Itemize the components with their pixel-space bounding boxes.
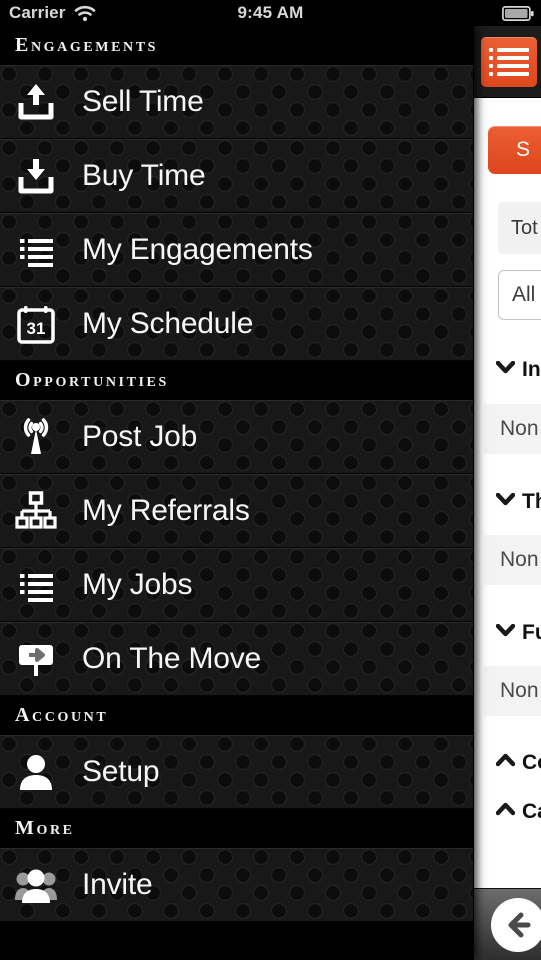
chevron-down-icon [496,623,516,642]
section-header-opportunities: Opportunities [0,361,473,400]
list-icon [10,229,62,271]
section-toggle-ca[interactable]: Ca [496,800,541,824]
menu-item-my-schedule[interactable]: 31 My Schedule [0,287,473,361]
section-label: Fu [522,621,541,644]
section-value-in: Non [484,404,541,454]
menu-item-buy-time[interactable]: Buy Time [0,139,473,213]
menu-item-label: On The Move [82,641,262,675]
signpost-arrow-icon [10,638,62,680]
menu-item-label: Buy Time [82,158,206,192]
section-value-fu: Non [484,666,541,716]
content-navbar [474,26,541,98]
menu-item-my-jobs[interactable]: My Jobs [0,548,473,622]
menu-item-post-job[interactable]: Post Job [0,400,473,474]
download-tray-icon [10,155,62,197]
section-label: In [522,358,541,381]
hamburger-list-icon[interactable] [481,37,537,87]
section-value-th: Non [484,535,541,585]
section-label: Co [522,751,541,774]
list-icon [10,564,62,606]
app-root: S Tot All In Non Th Non [0,0,541,960]
menu-item-my-referrals[interactable]: My Referrals [0,474,473,548]
person-icon [10,751,62,793]
chevron-up-icon [496,753,516,772]
menu-item-label: Sell Time [82,84,204,118]
section-toggle-in[interactable]: In [496,358,541,382]
section-header-account: Account [0,696,473,735]
clock-label: 9:45 AM [237,3,304,22]
navigation-drawer: Engagements Sell Time Buy Time My Engage… [0,26,473,960]
menu-item-label: My Jobs [82,567,193,601]
menu-item-label: My Engagements [82,232,313,266]
menu-item-setup[interactable]: Setup [0,735,473,809]
upload-tray-icon [10,81,62,123]
chevron-down-icon [496,492,516,511]
menu-item-label: Setup [82,754,160,788]
menu-item-invite[interactable]: Invite [0,848,473,922]
org-chart-icon [10,490,62,532]
section-header-label: Opportunities [15,369,169,391]
section-toggle-fu[interactable]: Fu [496,621,541,645]
filter-select[interactable]: All [498,270,541,320]
section-label: Th [522,490,541,513]
battery-icon [502,5,534,21]
primary-action-button[interactable]: S [488,126,541,174]
menu-item-sell-time[interactable]: Sell Time [0,65,473,139]
broadcast-antenna-icon [10,416,62,458]
arrow-left-circle-icon[interactable] [491,898,541,952]
svg-text:31: 31 [27,319,46,338]
bottom-toolbar [474,888,541,960]
status-bar: Carrier 9:45 AM [0,0,541,26]
menu-item-my-engagements[interactable]: My Engagements [0,213,473,287]
section-label: Ca [522,800,541,823]
total-field-label: Tot [498,202,541,254]
section-header-more: More [0,809,473,848]
section-header-label: Engagements [15,34,159,56]
chevron-down-icon [496,360,516,379]
section-header-label: Account [15,704,109,726]
menu-item-on-the-move[interactable]: On The Move [0,622,473,696]
menu-item-label: Invite [82,867,153,901]
section-toggle-th[interactable]: Th [496,490,541,514]
content-body: S Tot All In Non Th Non [474,98,541,888]
section-header-label: More [15,817,75,839]
menu-item-label: My Referrals [82,493,250,527]
group-people-icon [10,864,62,906]
calendar-31-icon: 31 [10,303,62,345]
content-panel: S Tot All In Non Th Non [474,26,541,960]
chevron-up-icon [496,802,516,821]
section-toggle-co[interactable]: Co [496,751,541,775]
section-header-engagements: Engagements [0,26,473,65]
menu-item-label: My Schedule [82,306,254,340]
menu-item-label: Post Job [82,419,198,453]
